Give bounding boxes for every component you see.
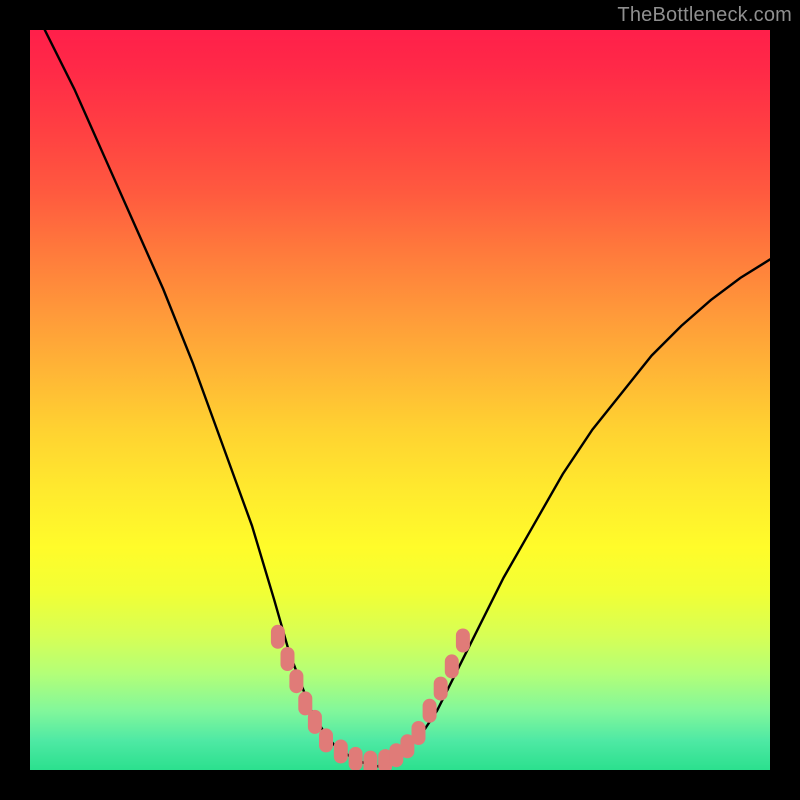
marker-dots	[271, 625, 470, 770]
marker-dot	[319, 728, 333, 752]
marker-dot	[445, 654, 459, 678]
marker-dot	[434, 677, 448, 701]
chart-frame: TheBottleneck.com	[0, 0, 800, 800]
marker-dot	[281, 647, 295, 671]
watermark-text: TheBottleneck.com	[617, 4, 792, 27]
marker-dot	[412, 721, 426, 745]
marker-dot	[271, 625, 285, 649]
marker-dot	[308, 710, 322, 734]
marker-dot	[363, 751, 377, 770]
marker-dot	[349, 747, 363, 770]
curve-layer	[30, 30, 770, 770]
marker-dot	[334, 740, 348, 764]
left-curve-path	[45, 30, 378, 766]
plot-area	[30, 30, 770, 770]
marker-dot	[289, 669, 303, 693]
marker-dot	[423, 699, 437, 723]
marker-dot	[456, 629, 470, 653]
